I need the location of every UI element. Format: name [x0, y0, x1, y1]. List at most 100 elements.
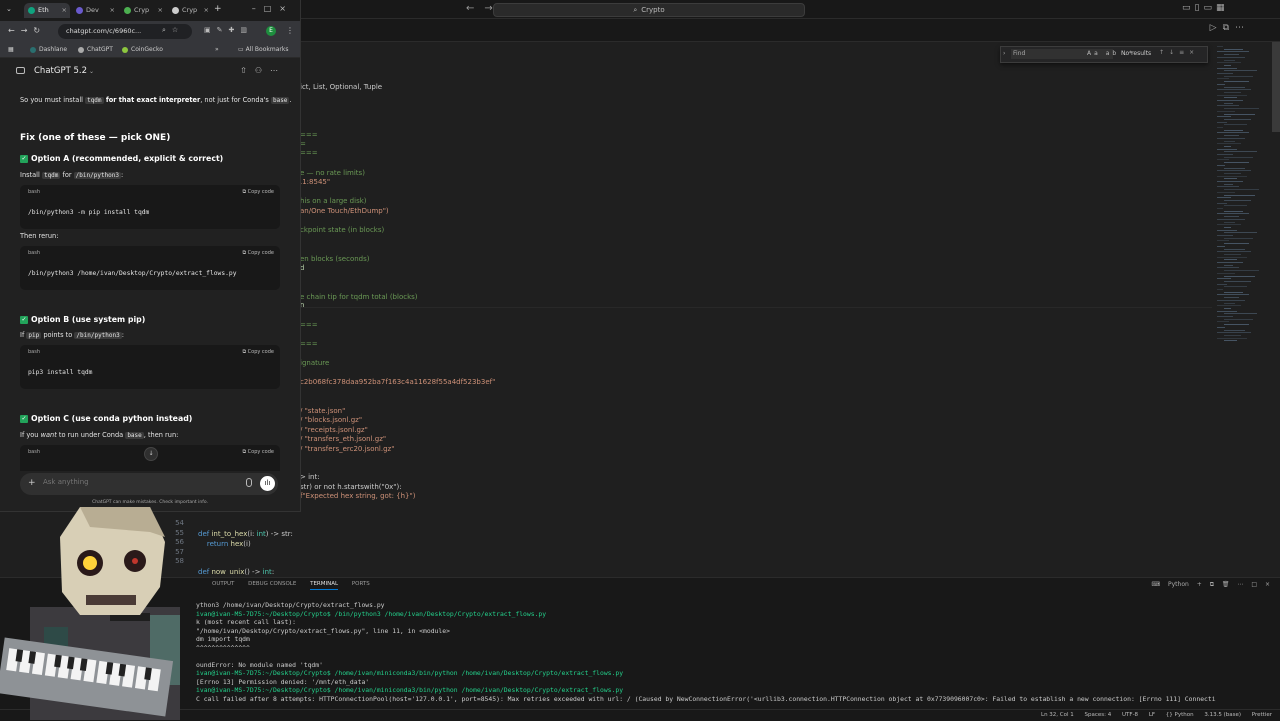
option-b-heading: ✓ Option B (use system pip) [20, 315, 146, 324]
voice-mode-button[interactable]: ılı [260, 476, 275, 491]
puzzle-icon[interactable]: ✚ [229, 26, 241, 34]
code-line: === [300, 149, 318, 157]
add-people-icon[interactable]: ⚇ [255, 66, 270, 75]
maximize-icon[interactable]: □ [1251, 581, 1257, 588]
bookmark-dashlane[interactable]: Dashlane [30, 46, 67, 53]
option-c-text: If you want to run under Conda base, the… [20, 431, 179, 439]
arrow-down-icon[interactable]: ↓ [1169, 49, 1179, 56]
find-controls[interactable]: ↑↓≡× [1159, 49, 1199, 56]
close-icon[interactable]: × [62, 3, 67, 18]
add-terminal-icon[interactable]: + [1197, 581, 1202, 588]
maximize-icon[interactable]: □ [264, 4, 280, 13]
more-icon[interactable]: ⋯ [1237, 581, 1243, 588]
minimap-line [1217, 127, 1223, 128]
minimap-line [1217, 316, 1233, 317]
bookmark-chatgpt[interactable]: ChatGPT [78, 46, 113, 53]
skeleton-avatar-overlay [0, 507, 180, 720]
browser-tab-3[interactable]: Cryp × [120, 3, 166, 18]
command-center-search[interactable]: ⌕ Crypto [493, 3, 805, 17]
new-tab-button[interactable]: + [214, 4, 222, 14]
status-encoding[interactable]: UTF-8 [1122, 712, 1138, 718]
minimize-icon[interactable]: – [252, 4, 264, 13]
terminal-line: ^^^^^^^^^^^^^^ [196, 643, 250, 652]
status-language[interactable]: {} Python [1166, 712, 1194, 718]
code-text: pip3 install tqdm [28, 369, 93, 376]
run-icon[interactable]: ▷ [1210, 23, 1223, 33]
back-icon[interactable]: ← [8, 26, 21, 35]
tab-debug-console[interactable]: DEBUG CONSOLE [248, 581, 296, 587]
close-panel-icon[interactable]: × [1265, 581, 1270, 588]
close-icon[interactable]: × [110, 3, 115, 18]
more-icon[interactable]: ⋯ [1235, 23, 1250, 33]
tab-output[interactable]: OUTPUT [212, 581, 234, 587]
split-editor-icon[interactable]: ⧉ [1223, 23, 1235, 33]
minimap-line [1217, 148, 1237, 150]
back-arrow-icon[interactable]: ← [466, 3, 474, 14]
status-position[interactable]: Ln 32, Col 1 [1041, 712, 1074, 718]
share-icon[interactable]: ⇧ [240, 66, 255, 75]
folder-icon: ▭ [238, 46, 246, 53]
bookmark-coingecko[interactable]: CoinGecko [122, 46, 163, 53]
all-bookmarks[interactable]: ▭ All Bookmarks [238, 46, 288, 53]
plus-icon[interactable]: + [28, 478, 36, 488]
chevron-more-icon[interactable]: » [215, 46, 219, 53]
minimap-line [1217, 305, 1241, 307]
terminal-line: dm import tqdm [196, 635, 250, 643]
microphone-icon[interactable] [246, 478, 252, 487]
arrow-up-icon[interactable]: ↑ [1159, 49, 1169, 56]
panel-icon[interactable]: ▥ [240, 26, 253, 34]
apps-icon[interactable]: ▦ [8, 46, 14, 53]
browser-tab-4[interactable]: Cryp × [168, 3, 212, 18]
status-interpreter[interactable]: 3.13.5 (base) [1204, 712, 1241, 718]
status-indent[interactable]: Spaces: 4 [1085, 712, 1112, 718]
search-icon: ⌕ [633, 6, 638, 14]
code-token: int_to_hex [211, 530, 248, 538]
zoom-icon[interactable]: ⌕ [162, 26, 172, 34]
tab-ports[interactable]: PORTS [352, 581, 370, 587]
tab-search-icon[interactable]: ⌄ [6, 5, 12, 13]
copy-code-button[interactable]: ⧉ Copy code [242, 349, 274, 355]
minimap-line [1224, 162, 1249, 164]
code-token: ) -> str: [265, 530, 293, 538]
terminal-output[interactable]: ython3 /home/ivan/Desktop/Crypto/extract… [196, 601, 1272, 707]
menu-icon[interactable]: ≡ [1179, 49, 1189, 56]
close-icon[interactable]: × [204, 3, 209, 18]
scroll-to-bottom-button[interactable]: ↓ [144, 447, 158, 461]
window-controls[interactable]: –□× [252, 4, 294, 13]
chevron-right-icon[interactable]: › [1003, 50, 1005, 57]
copy-code-button[interactable]: ⧉ Copy code [242, 189, 274, 195]
copy-code-button[interactable]: ⧉ Copy code [242, 449, 274, 455]
sidebar-toggle-icon[interactable] [16, 67, 25, 74]
browser-tab-2[interactable]: Dev × [72, 3, 118, 18]
close-icon[interactable]: × [158, 3, 163, 18]
layout-controls[interactable]: ▭▯▭▦ [1182, 3, 1228, 13]
copy-code-button[interactable]: ⧉ Copy code [242, 250, 274, 256]
forward-icon[interactable]: → [21, 26, 34, 35]
pen-icon[interactable]: ✎ [217, 26, 229, 34]
editor-scrollbar[interactable] [1272, 42, 1280, 132]
minimap-line [1217, 143, 1241, 145]
bookmark-star-icon[interactable]: ☆ [172, 26, 184, 34]
run-controls[interactable]: ▷⧉⋯ [1210, 23, 1250, 33]
split-terminal-icon[interactable]: ⧉ [1210, 581, 1214, 588]
close-icon[interactable]: × [279, 4, 294, 13]
trash-icon[interactable]: 🗑 [1222, 581, 1230, 588]
more-options-icon[interactable]: ⋯ [270, 66, 286, 75]
status-prettier[interactable]: Prettier [1252, 712, 1272, 718]
profile-avatar[interactable]: E [266, 26, 276, 36]
prompt-input[interactable] [43, 478, 223, 486]
forward-arrow-icon[interactable]: → [484, 3, 492, 14]
extension-icon[interactable]: ▣ [204, 26, 217, 34]
browser-tab-1[interactable]: Eth × [24, 3, 70, 18]
model-selector[interactable]: ChatGPT 5.2 ⌄ [34, 66, 94, 76]
tab-terminal[interactable]: TERMINAL [310, 581, 339, 590]
close-icon[interactable]: × [1189, 49, 1199, 56]
status-eol[interactable]: LF [1149, 712, 1155, 718]
chrome-menu-icon[interactable]: ⋮ [286, 26, 294, 35]
code-line: > int: [300, 473, 320, 481]
minimap[interactable] [1213, 42, 1269, 575]
reload-icon[interactable]: ↻ [33, 26, 46, 35]
tab-favicon [172, 6, 179, 14]
minimap-line [1224, 183, 1233, 185]
terminal-profile[interactable]: Python [1168, 581, 1189, 588]
